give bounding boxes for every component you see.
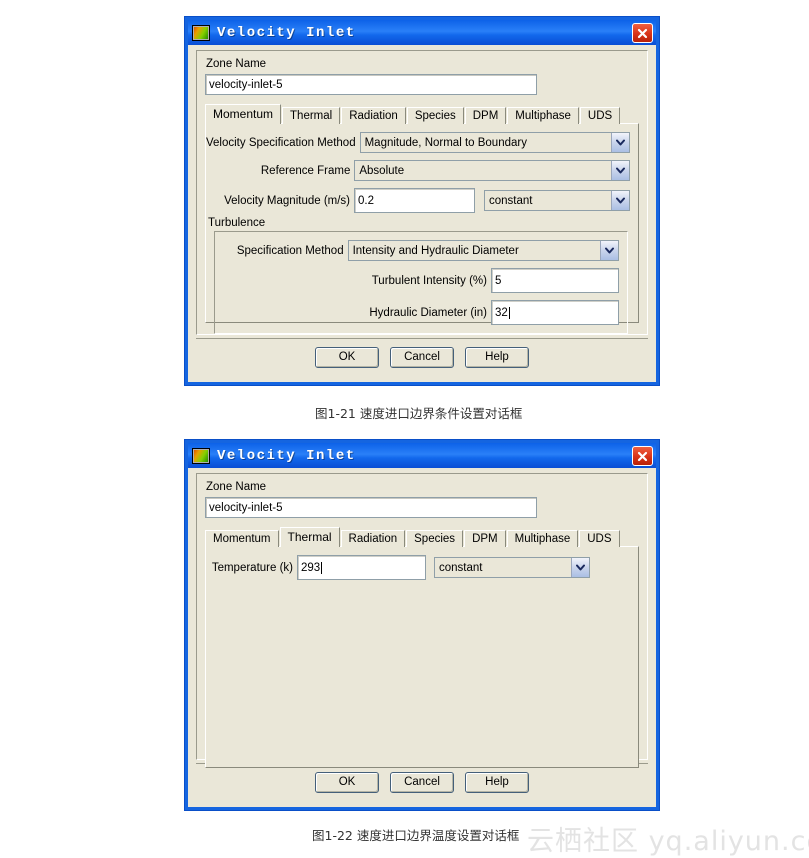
velocity-magnitude-label: Velocity Magnitude (m/s) bbox=[224, 194, 351, 207]
help-button[interactable]: Help bbox=[465, 771, 529, 793]
tab-multiphase[interactable]: Multiphase bbox=[507, 107, 579, 124]
content-panel: Zone Name velocity-inlet-5 Momentum Ther… bbox=[196, 473, 648, 768]
close-icon[interactable] bbox=[632, 23, 653, 43]
tab-thermal[interactable]: Thermal bbox=[282, 107, 341, 124]
dialog-body: Zone Name velocity-inlet-5 Momentum Ther… bbox=[191, 45, 653, 379]
hydraulic-diameter-label: Hydraulic Diameter (in) bbox=[369, 306, 487, 319]
momentum-tab-panel: Velocity Specification Method Magnitude,… bbox=[205, 123, 639, 334]
turbulence-spec-method-select[interactable]: Intensity and Hydraulic Diameter bbox=[347, 240, 619, 261]
temperature-profile-value: constant bbox=[439, 561, 483, 574]
zone-name-input[interactable]: velocity-inlet-5 bbox=[205, 74, 537, 95]
zone-name-label: Zone Name bbox=[206, 481, 267, 493]
turbulence-spec-method-label: Specification Method bbox=[236, 244, 344, 257]
zone-name-input[interactable]: velocity-inlet-5 bbox=[205, 497, 537, 518]
temperature-label: Temperature (k) bbox=[211, 561, 293, 574]
site-watermark: 云栖社区 yq.aliyun.com bbox=[527, 826, 809, 857]
tab-momentum[interactable]: Momentum bbox=[205, 530, 279, 547]
temperature-profile-select[interactable]: constant bbox=[434, 557, 590, 578]
chevron-down-icon bbox=[611, 133, 629, 152]
tab-bar: Momentum Thermal Radiation Species DPM M… bbox=[205, 104, 639, 124]
cancel-button[interactable]: Cancel bbox=[390, 771, 454, 793]
reference-frame-label: Reference Frame bbox=[260, 164, 351, 177]
ok-button[interactable]: OK bbox=[315, 346, 379, 368]
reference-frame-select[interactable]: Absolute bbox=[354, 160, 630, 181]
tab-momentum[interactable]: Momentum bbox=[205, 104, 282, 124]
window-title: Velocity Inlet bbox=[217, 24, 356, 41]
titlebar[interactable]: Velocity Inlet bbox=[188, 20, 656, 45]
row-turbulence-spec-method: Specification Method Intensity and Hydra… bbox=[215, 240, 619, 261]
content-panel: Zone Name velocity-inlet-5 Momentum Ther… bbox=[196, 50, 648, 335]
ok-button[interactable]: OK bbox=[315, 771, 379, 793]
velocity-spec-method-select[interactable]: Magnitude, Normal to Boundary bbox=[359, 132, 630, 153]
tab-species[interactable]: Species bbox=[406, 107, 464, 124]
dialog-body: Zone Name velocity-inlet-5 Momentum Ther… bbox=[191, 468, 653, 804]
tab-dpm[interactable]: DPM bbox=[464, 530, 506, 547]
tab-radiation[interactable]: Radiation bbox=[340, 530, 406, 547]
text-caret bbox=[508, 306, 510, 319]
tab-species[interactable]: Species bbox=[406, 530, 464, 547]
turbulence-groupbox: Specification Method Intensity and Hydra… bbox=[214, 231, 628, 334]
tab-multiphase[interactable]: Multiphase bbox=[506, 530, 579, 547]
turbulence-group-title: Turbulence bbox=[208, 217, 266, 229]
velocity-spec-method-label: Velocity Specification Method bbox=[206, 136, 356, 149]
turbulent-intensity-label: Turbulent Intensity (%) bbox=[371, 274, 487, 287]
fluent-app-icon bbox=[192, 447, 210, 464]
velocity-magnitude-profile-select[interactable]: constant bbox=[483, 190, 630, 211]
dialog-button-bar: OK Cancel Help bbox=[196, 763, 648, 800]
velocity-inlet-dialog-momentum: Velocity Inlet Zone Name velocity-inlet-… bbox=[185, 17, 659, 385]
temperature-input[interactable]: 293 bbox=[297, 555, 426, 580]
temperature-value: 293 bbox=[301, 561, 321, 574]
row-hydraulic-diameter: Hydraulic Diameter (in) 32 bbox=[215, 300, 619, 325]
velocity-spec-method-value: Magnitude, Normal to Boundary bbox=[364, 136, 527, 149]
hydraulic-diameter-value: 32 bbox=[494, 306, 508, 319]
thermal-tab-panel: Temperature (k) 293 constant bbox=[205, 546, 639, 768]
turbulence-spec-method-value: Intensity and Hydraulic Diameter bbox=[352, 244, 519, 257]
row-reference-frame: Reference Frame Absolute bbox=[206, 160, 630, 181]
window-title: Velocity Inlet bbox=[217, 447, 356, 464]
tab-uds[interactable]: UDS bbox=[579, 530, 620, 547]
dialog-button-bar: OK Cancel Help bbox=[196, 338, 648, 375]
chevron-down-icon bbox=[571, 558, 589, 577]
help-button[interactable]: Help bbox=[465, 346, 529, 368]
row-velocity-magnitude: Velocity Magnitude (m/s) 0.2 constant bbox=[206, 188, 630, 213]
fluent-app-icon bbox=[192, 24, 210, 41]
velocity-magnitude-input[interactable]: 0.2 bbox=[354, 188, 475, 213]
velocity-magnitude-value: 0.2 bbox=[358, 194, 375, 207]
hydraulic-diameter-input[interactable]: 32 bbox=[490, 300, 619, 325]
tab-uds[interactable]: UDS bbox=[579, 107, 621, 124]
titlebar[interactable]: Velocity Inlet bbox=[188, 443, 656, 468]
cancel-button[interactable]: Cancel bbox=[390, 346, 454, 368]
figure-caption-1-22: 图1-22 速度进口边界温度设置对话框 bbox=[312, 828, 520, 843]
row-temperature: Temperature (k) 293 constant bbox=[206, 555, 630, 580]
tab-dpm[interactable]: DPM bbox=[464, 107, 507, 124]
tab-thermal[interactable]: Thermal bbox=[279, 527, 340, 547]
close-icon[interactable] bbox=[632, 446, 653, 466]
row-turbulent-intensity: Turbulent Intensity (%) 5 bbox=[215, 268, 619, 293]
zone-name-label: Zone Name bbox=[206, 58, 267, 70]
velocity-inlet-dialog-thermal: Velocity Inlet Zone Name velocity-inlet-… bbox=[185, 440, 659, 810]
row-velocity-spec-method: Velocity Specification Method Magnitude,… bbox=[206, 132, 630, 153]
velocity-magnitude-profile-value: constant bbox=[488, 194, 533, 207]
chevron-down-icon bbox=[611, 161, 629, 180]
chevron-down-icon bbox=[600, 241, 618, 260]
turbulent-intensity-input[interactable]: 5 bbox=[490, 268, 619, 293]
chevron-down-icon bbox=[610, 191, 629, 210]
turbulent-intensity-value: 5 bbox=[494, 274, 502, 287]
tab-radiation[interactable]: Radiation bbox=[341, 107, 406, 124]
reference-frame-value: Absolute bbox=[359, 164, 405, 177]
figure-caption-1-21: 图1-21 速度进口边界条件设置对话框 bbox=[315, 406, 523, 421]
text-caret bbox=[321, 561, 323, 574]
tab-bar: Momentum Thermal Radiation Species DPM M… bbox=[205, 527, 639, 547]
